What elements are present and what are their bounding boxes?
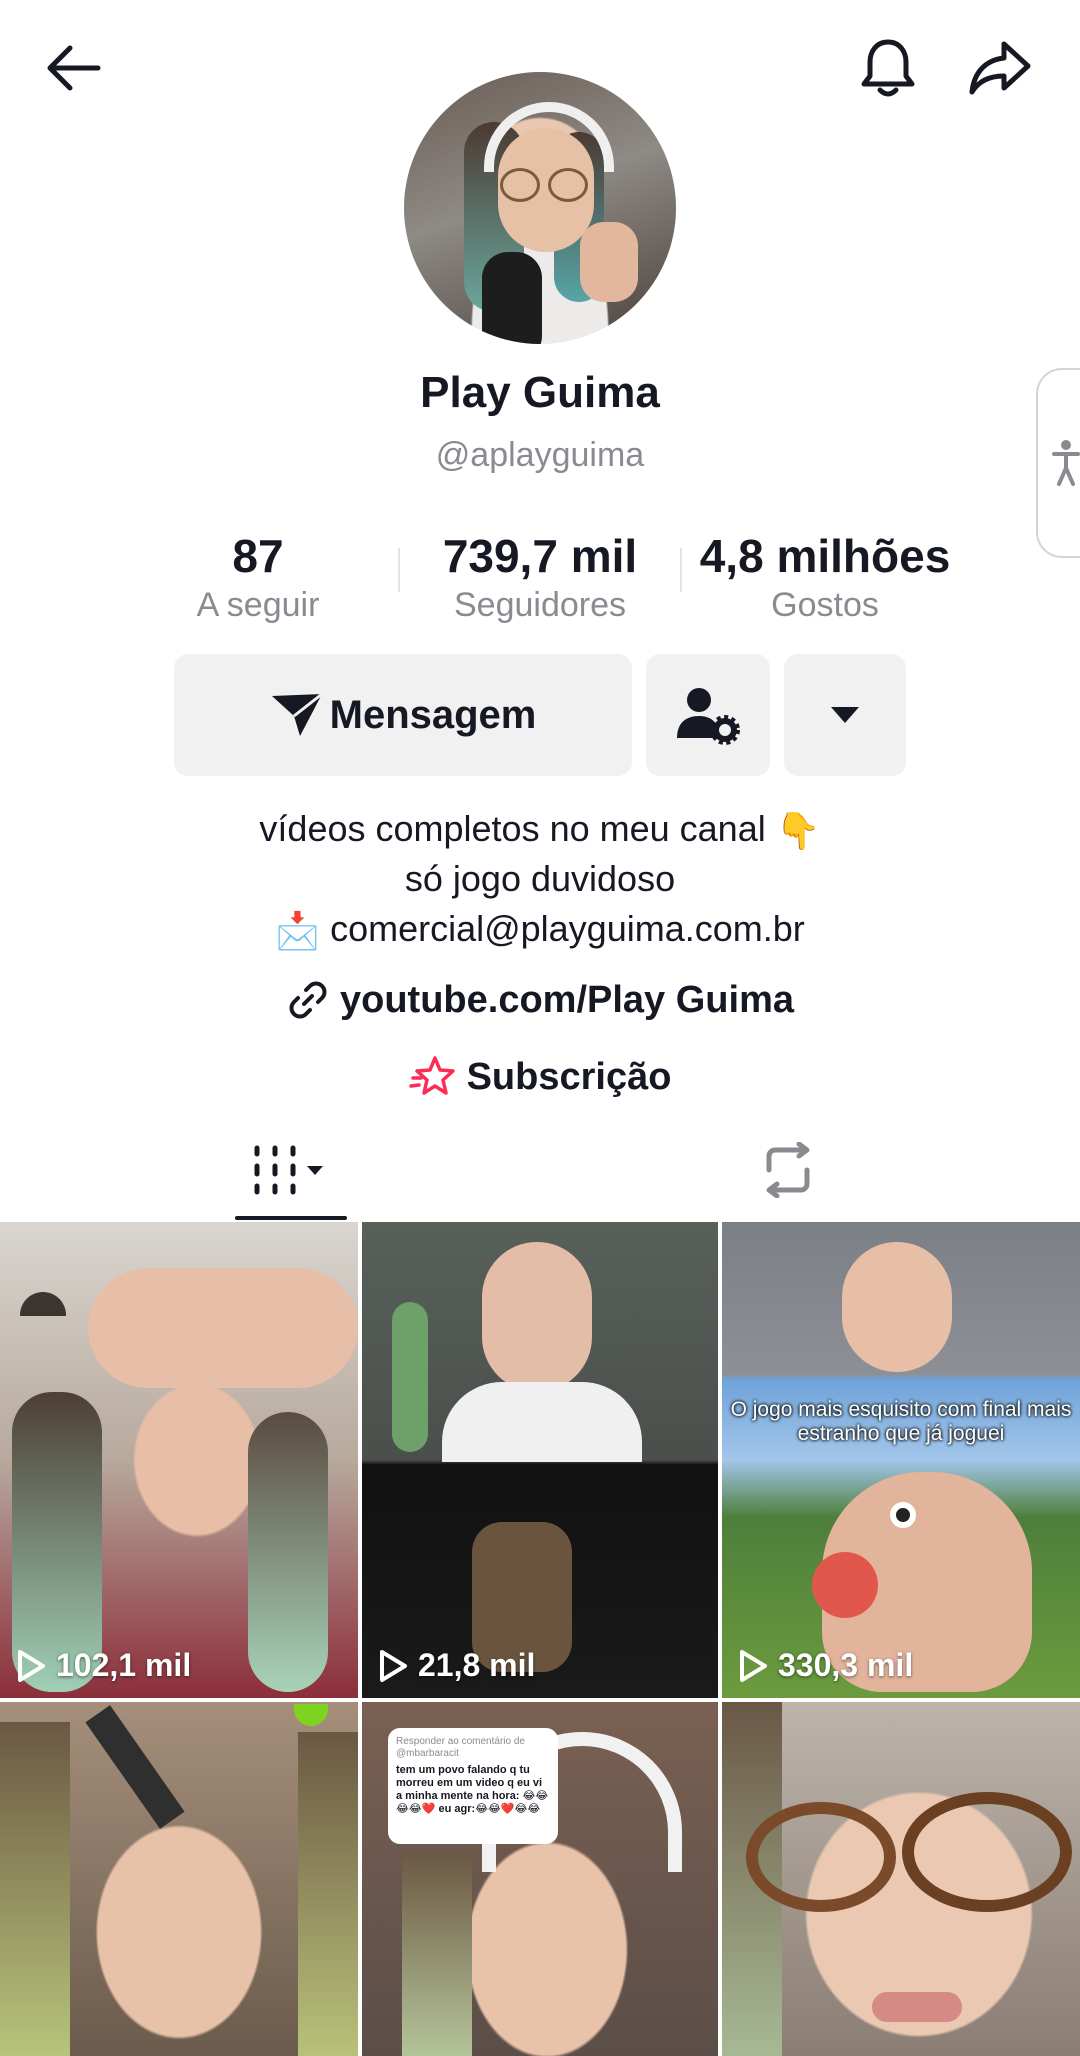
profile-handle: @aplayguima bbox=[435, 436, 645, 474]
repost-arrows-icon bbox=[766, 1142, 810, 1198]
view-count: 330,3 mil bbox=[738, 1647, 913, 1684]
bio-line-2: só jogo duvidoso bbox=[404, 858, 676, 899]
video-thumbnail[interactable]: 102,1 mil bbox=[0, 1222, 358, 1698]
bio-text-1: vídeos completos no meu canal bbox=[259, 808, 766, 849]
video-thumbnail[interactable]: Responder ao comentário de @mbarbaracit … bbox=[362, 1702, 718, 2056]
bio-line-1: vídeos completos no meu canal 👇 bbox=[0, 808, 1080, 852]
message-button[interactable]: Mensagem bbox=[174, 654, 632, 776]
video-thumbnail[interactable]: 21,8 mil bbox=[362, 1222, 718, 1698]
user-gear-icon bbox=[677, 688, 740, 745]
following-label: A seguir bbox=[196, 586, 320, 624]
video-grid: 102,1 mil 21,8 mil O jogo mais esquisito… bbox=[0, 1222, 1080, 2056]
bio-line-3: 📩 comercial@playguima.com.br bbox=[0, 908, 1080, 952]
video-caption: O jogo mais esquisito com final mais est… bbox=[730, 1398, 1072, 1445]
stat-followers[interactable]: 739,7 mil Seguidores bbox=[420, 528, 660, 626]
active-tab-indicator bbox=[235, 1216, 347, 1220]
send-plane-icon bbox=[271, 692, 323, 736]
bio-email: comercial@playguima.com.br bbox=[330, 908, 805, 949]
bell-icon bbox=[861, 39, 915, 97]
play-icon bbox=[18, 1649, 45, 1682]
play-icon bbox=[740, 1649, 767, 1682]
caret-down-icon bbox=[831, 707, 859, 723]
video-thumbnail[interactable] bbox=[0, 1702, 358, 2056]
notifications-button[interactable] bbox=[848, 28, 928, 108]
star-outline-icon bbox=[408, 1056, 455, 1095]
following-count: 87 bbox=[232, 530, 284, 582]
arrow-left-icon bbox=[47, 45, 101, 91]
play-icon bbox=[380, 1649, 407, 1682]
view-count: 21,8 mil bbox=[378, 1647, 535, 1684]
back-button[interactable] bbox=[34, 28, 114, 108]
stat-likes[interactable]: 4,8 milhões Gostos bbox=[680, 528, 970, 626]
tab-reposts[interactable] bbox=[740, 1120, 836, 1220]
subscription-label: Subscrição bbox=[466, 1055, 672, 1098]
link-chain-icon bbox=[289, 981, 327, 1019]
pointing-down-emoji-icon: 👇 bbox=[775, 810, 821, 852]
share-button[interactable] bbox=[960, 28, 1040, 108]
video-thumbnail[interactable]: O jogo mais esquisito com final mais est… bbox=[722, 1222, 1080, 1698]
view-count-text: 102,1 mil bbox=[56, 1647, 192, 1683]
subscription-button[interactable]: Subscrição bbox=[0, 1054, 1080, 1100]
stat-following[interactable]: 87 A seguir bbox=[168, 528, 348, 626]
profile-avatar[interactable] bbox=[404, 72, 676, 344]
profile-link[interactable]: youtube.com/Play Guima bbox=[0, 978, 1080, 1022]
view-count: 102,1 mil bbox=[16, 1647, 191, 1684]
profile-name: Play Guima bbox=[420, 368, 660, 417]
accessibility-person-icon bbox=[1052, 440, 1080, 486]
message-button-label: Mensagem bbox=[329, 692, 537, 737]
followers-count: 739,7 mil bbox=[442, 530, 638, 582]
followers-label: Seguidores bbox=[453, 586, 626, 624]
profile-link-text: youtube.com/Play Guima bbox=[340, 978, 794, 1021]
comment-text: tem um povo falando q tu morreu em um vi… bbox=[396, 1764, 549, 1815]
more-options-button[interactable] bbox=[784, 654, 906, 776]
inbox-tray-emoji-icon: 📩 bbox=[275, 910, 321, 952]
comment-header: Responder ao comentário de @mbarbaracit bbox=[396, 1736, 525, 1759]
share-arrow-icon bbox=[969, 41, 1031, 95]
view-count-text: 330,3 mil bbox=[778, 1647, 914, 1683]
content-tabs bbox=[0, 1120, 1080, 1220]
likes-count: 4,8 milhões bbox=[699, 530, 951, 582]
reply-comment-sticker: Responder ao comentário de @mbarbaracit … bbox=[388, 1728, 558, 1844]
view-count-text: 21,8 mil bbox=[418, 1647, 536, 1683]
add-friend-button[interactable] bbox=[646, 654, 770, 776]
stat-divider bbox=[398, 548, 400, 592]
grid-columns-icon bbox=[254, 1145, 323, 1195]
accessibility-button[interactable] bbox=[1036, 368, 1080, 558]
tab-videos[interactable] bbox=[235, 1120, 347, 1220]
video-thumbnail[interactable] bbox=[722, 1702, 1080, 2056]
likes-label: Gostos bbox=[771, 586, 879, 624]
